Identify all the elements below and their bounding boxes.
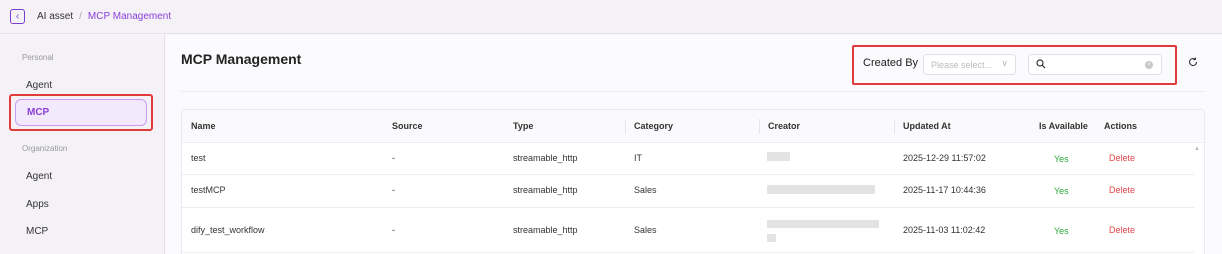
creator-redacted — [767, 185, 875, 194]
sidebar-item-label: MCP — [27, 107, 50, 118]
column-header-is-available[interactable]: Is Available — [1039, 121, 1088, 131]
column-separator — [759, 119, 760, 134]
delete-button[interactable]: Delete — [1109, 225, 1135, 235]
breadcrumb: AI asset / MCP Management — [37, 11, 171, 22]
table-header: Name Source Type Category Creator Update… — [182, 110, 1204, 143]
breadcrumb-separator: / — [79, 11, 82, 22]
page-title: MCP Management — [181, 51, 302, 67]
cell-category: IT — [634, 153, 642, 163]
cell-type: streamable_http — [513, 185, 578, 195]
cell-available: Yes — [1054, 186, 1069, 196]
back-arrow-icon[interactable]: ‹ — [10, 9, 25, 24]
delete-button[interactable]: Delete — [1109, 153, 1135, 163]
top-bar: ‹ AI asset / MCP Management — [0, 0, 1222, 34]
column-header-type[interactable]: Type — [513, 121, 533, 131]
cell-updated-at: 2025-12-29 11:57:02 — [903, 153, 986, 163]
creator-redacted — [767, 234, 776, 242]
scroll-up-arrow-icon[interactable]: ▲ — [1194, 146, 1200, 152]
cell-source: - — [392, 225, 395, 235]
cell-source: - — [392, 153, 395, 163]
sidebar-item-org-apps[interactable]: Apps — [26, 199, 49, 210]
column-header-updated-at[interactable]: Updated At — [903, 121, 951, 131]
main-content: MCP Management Created By Please select.… — [166, 35, 1222, 254]
highlight-box-filters: Created By Please select... ∨ × — [852, 45, 1177, 85]
cell-name: testMCP — [191, 185, 226, 195]
select-placeholder: Please select... — [931, 59, 993, 70]
breadcrumb-current: MCP Management — [87, 11, 172, 22]
section-label-personal: Personal — [22, 53, 54, 62]
search-icon — [1036, 59, 1046, 69]
cell-name: dify_test_workflow — [191, 225, 265, 235]
column-header-category[interactable]: Category — [634, 121, 673, 131]
created-by-label: Created By — [863, 57, 919, 69]
cell-category: Sales — [634, 185, 657, 195]
cell-available: Yes — [1054, 154, 1069, 164]
sidebar-item-org-mcp[interactable]: MCP — [26, 226, 48, 237]
column-separator — [625, 119, 626, 134]
column-header-creator[interactable]: Creator — [768, 121, 800, 131]
divider — [181, 91, 1205, 92]
cell-updated-at: 2025-11-17 10:44:36 — [903, 185, 986, 195]
cell-source: - — [392, 185, 395, 195]
clear-icon[interactable]: × — [1145, 61, 1153, 69]
sidebar: Personal Agent MCP Organization Agent Ap… — [0, 35, 165, 254]
cell-updated-at: 2025-11-03 11:02:42 — [903, 225, 986, 235]
created-by-select[interactable]: Please select... ∨ — [923, 54, 1016, 75]
section-label-organization: Organization — [22, 144, 68, 153]
refresh-icon[interactable] — [1188, 57, 1198, 67]
highlight-box-mcp: MCP — [9, 94, 153, 131]
cell-available: Yes — [1054, 226, 1069, 236]
table-row[interactable]: dify_test_workflow - streamable_http Sal… — [182, 208, 1194, 253]
cell-name: test — [191, 153, 206, 163]
column-header-name[interactable]: Name — [191, 121, 216, 131]
table-row[interactable]: test - streamable_http IT 2025-12-29 11:… — [182, 143, 1194, 175]
sidebar-item-org-agent[interactable]: Agent — [26, 171, 52, 182]
table-row[interactable]: testMCP - streamable_http Sales 2025-11-… — [182, 175, 1194, 208]
cell-type: streamable_http — [513, 153, 578, 163]
creator-redacted — [767, 152, 790, 161]
sidebar-item-personal-agent[interactable]: Agent — [26, 80, 52, 91]
creator-redacted — [767, 220, 879, 228]
breadcrumb-root[interactable]: AI asset — [37, 11, 73, 22]
cell-type: streamable_http — [513, 225, 578, 235]
column-header-source[interactable]: Source — [392, 121, 423, 131]
search-input[interactable]: × — [1028, 54, 1162, 75]
column-separator — [894, 119, 895, 134]
cell-category: Sales — [634, 225, 657, 235]
chevron-down-icon: ∨ — [1001, 58, 1008, 68]
delete-button[interactable]: Delete — [1109, 185, 1135, 195]
sidebar-item-personal-mcp[interactable]: MCP — [15, 99, 147, 126]
column-header-actions[interactable]: Actions — [1104, 121, 1137, 131]
mcp-table: Name Source Type Category Creator Update… — [181, 109, 1205, 254]
